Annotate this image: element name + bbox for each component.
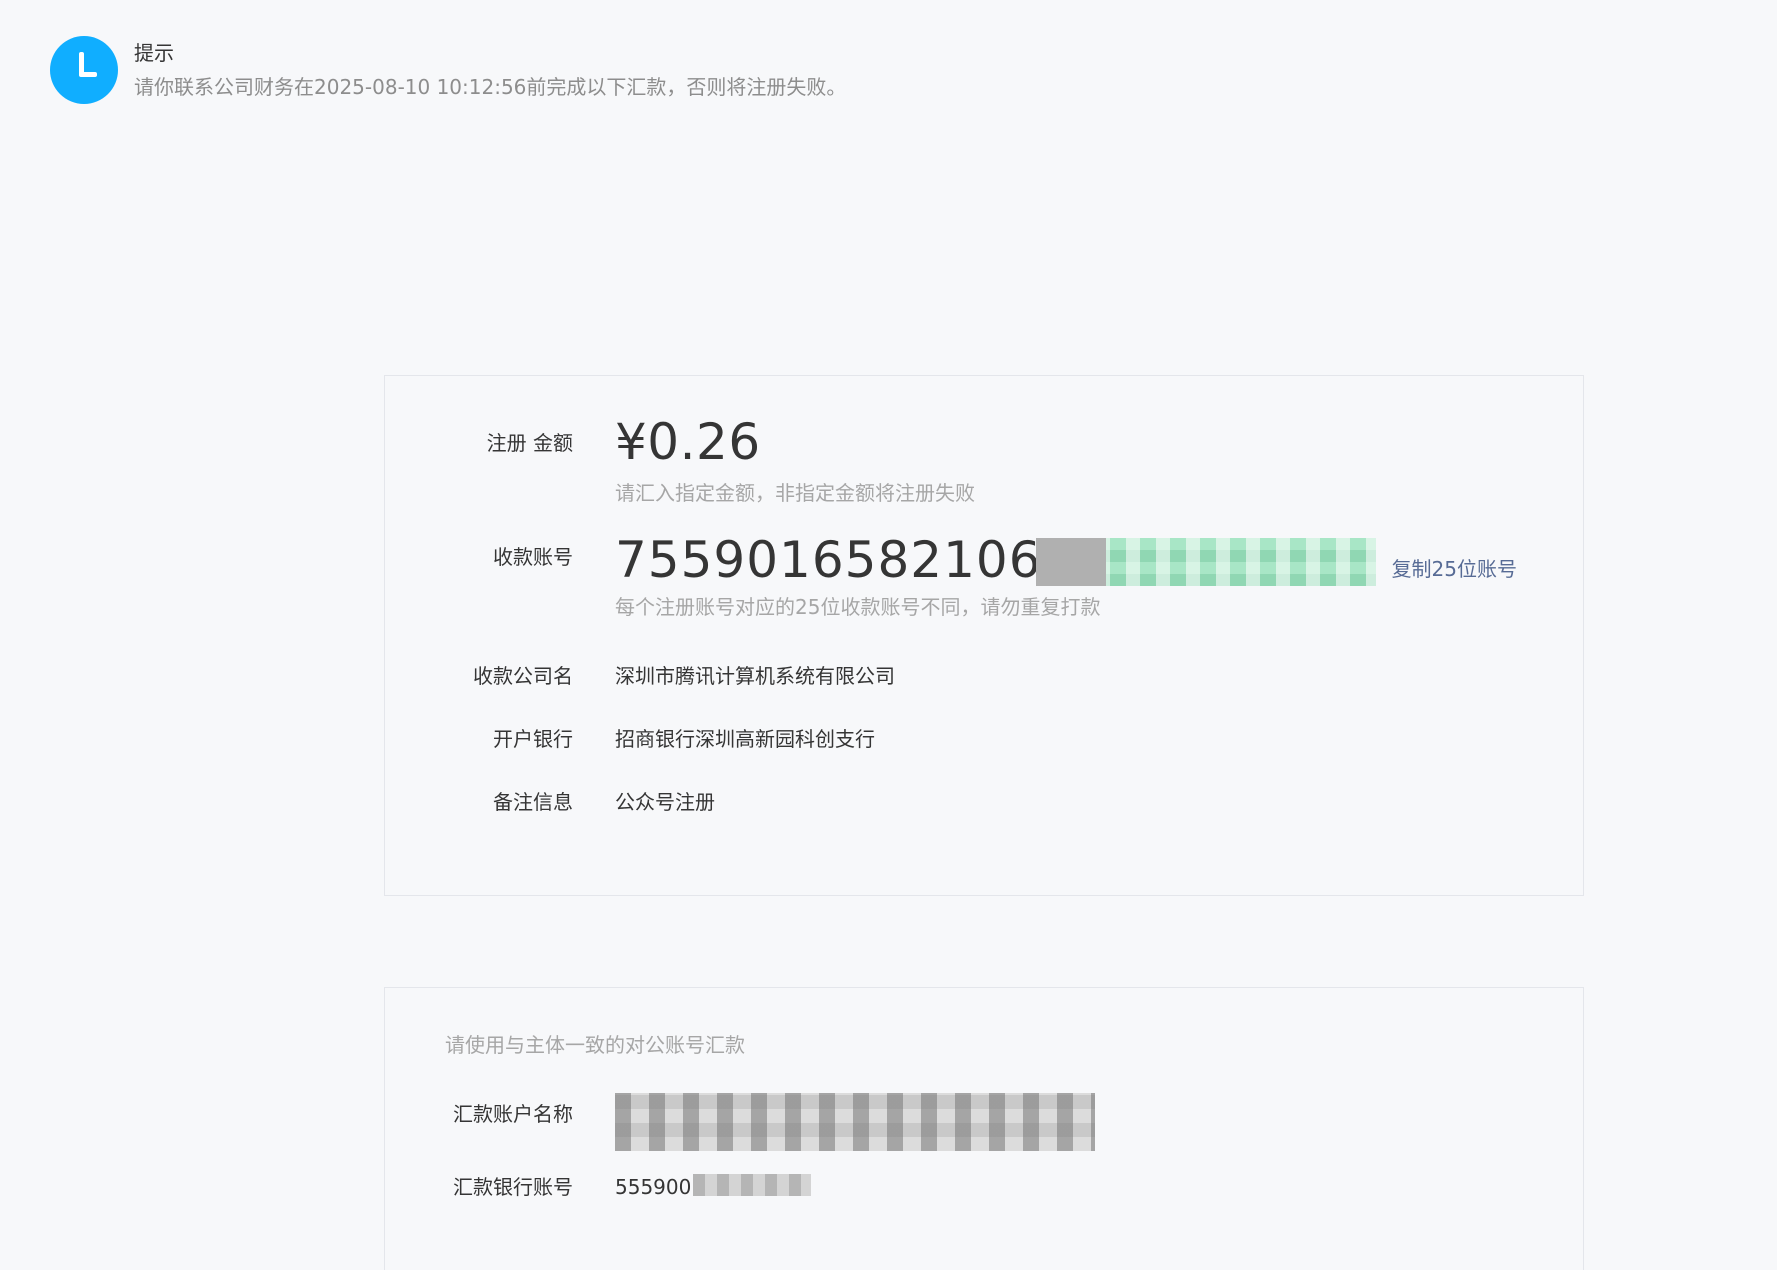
remark-value: 公众号注册 bbox=[615, 790, 715, 814]
account-number-redacted bbox=[1035, 538, 1376, 586]
amount-block: ¥0.26 请汇入指定金额，非指定金额将注册失败 bbox=[615, 412, 975, 508]
company-value: 深圳市腾讯计算机系统有限公司 bbox=[615, 664, 895, 688]
account-label: 收款账号 bbox=[493, 545, 573, 569]
account-block: 7559016582106 复制25位账号 每个注册账号对应的25位收款账号不同… bbox=[615, 530, 1517, 622]
amount-label: 注册 金额 bbox=[486, 431, 573, 455]
bank-value: 招商银行深圳高新园科创支行 bbox=[615, 727, 875, 751]
page: 提示 请你联系公司财务在2025-08-10 10:12:56前完成以下汇款，否… bbox=[0, 0, 1777, 1270]
company-row: 收款公司名 深圳市腾讯计算机系统有限公司 bbox=[385, 661, 895, 691]
clock-icon bbox=[50, 36, 118, 104]
company-label: 收款公司名 bbox=[473, 664, 573, 688]
remitter-account-number: 555900 bbox=[615, 1175, 692, 1199]
account-line: 7559016582106 复制25位账号 bbox=[615, 530, 1517, 590]
bank-label: 开户银行 bbox=[493, 727, 573, 751]
notice-text: 提示 请你联系公司财务在2025-08-10 10:12:56前完成以下汇款，否… bbox=[134, 36, 846, 102]
remitter-info-card: 请使用与主体一致的对公账号汇款 汇款账户名称 汇款银行账号 555900 bbox=[384, 987, 1584, 1270]
account-number: 7559016582106 bbox=[615, 531, 1042, 589]
remark-label: 备注信息 bbox=[493, 790, 573, 814]
remitter-tip: 请使用与主体一致的对公账号汇款 bbox=[445, 1033, 745, 1057]
remark-row: 备注信息 公众号注册 bbox=[385, 787, 715, 817]
account-row: 收款账号 7559016582106 复制25位账号 每个注册账号对应的25位收… bbox=[385, 530, 1517, 622]
remitter-name-value bbox=[615, 1093, 1095, 1163]
copy-account-button[interactable]: 复制25位账号 bbox=[1392, 554, 1517, 584]
notice-description: 请你联系公司财务在2025-08-10 10:12:56前完成以下汇款，否则将注… bbox=[134, 75, 847, 99]
notice-title: 提示 bbox=[134, 41, 174, 65]
payment-info-card: 注册 金额 ¥0.26 请汇入指定金额，非指定金额将注册失败 收款账号 7559… bbox=[384, 375, 1584, 896]
remitter-name-redacted bbox=[615, 1093, 1095, 1151]
account-hint: 每个注册账号对应的25位收款账号不同，请勿重复打款 bbox=[615, 595, 1101, 619]
amount-hint: 请汇入指定金额，非指定金额将注册失败 bbox=[615, 481, 975, 505]
remitter-name-row: 汇款账户名称 bbox=[385, 1093, 1095, 1163]
amount-value: ¥0.26 bbox=[615, 413, 761, 471]
remitter-account-redacted bbox=[693, 1174, 812, 1196]
bank-row: 开户银行 招商银行深圳高新园科创支行 bbox=[385, 724, 875, 754]
remitter-name-label: 汇款账户名称 bbox=[453, 1102, 573, 1126]
remitter-account-value: 555900 bbox=[615, 1172, 812, 1202]
remitter-account-row: 汇款银行账号 555900 bbox=[385, 1172, 812, 1202]
notice-banner: 提示 请你联系公司财务在2025-08-10 10:12:56前完成以下汇款，否… bbox=[50, 36, 846, 104]
remitter-account-label: 汇款银行账号 bbox=[453, 1175, 573, 1199]
amount-row: 注册 金额 ¥0.26 请汇入指定金额，非指定金额将注册失败 bbox=[385, 412, 975, 508]
